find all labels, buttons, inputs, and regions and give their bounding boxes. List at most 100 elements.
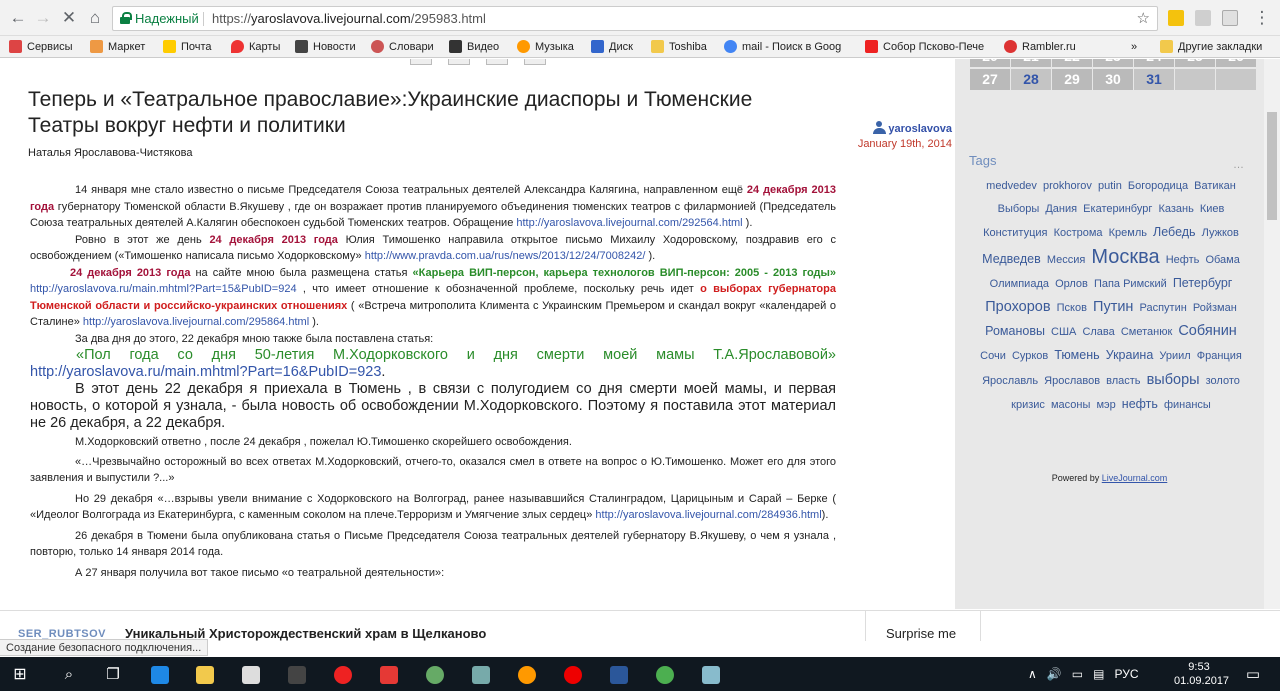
tag-link[interactable]: putin bbox=[1098, 180, 1122, 192]
home-icon[interactable]: ⌂ bbox=[85, 8, 105, 28]
bookmark-item[interactable]: Почта bbox=[163, 36, 212, 58]
tag-link[interactable]: Богородица bbox=[1128, 180, 1188, 192]
tag-link[interactable]: Петербург bbox=[1173, 276, 1233, 290]
tag-link[interactable]: Обама bbox=[1205, 254, 1239, 266]
edge-icon[interactable] bbox=[151, 666, 169, 684]
tag-link[interactable]: Москва bbox=[1091, 246, 1159, 268]
tag-link[interactable]: нефть bbox=[1122, 397, 1158, 411]
bookmark-item[interactable]: mail - Поиск в Goog bbox=[724, 36, 841, 58]
extension-reader-icon[interactable] bbox=[1222, 10, 1238, 26]
tag-link[interactable]: Уриил bbox=[1159, 350, 1190, 362]
media-icon[interactable] bbox=[288, 666, 306, 684]
bookmark-item[interactable]: Toshiba bbox=[651, 36, 707, 58]
bookmark-item[interactable]: Новости bbox=[295, 36, 356, 58]
extension-k-icon[interactable] bbox=[1195, 10, 1211, 26]
tag-link[interactable]: Орлов bbox=[1055, 278, 1088, 290]
bookmarks-more[interactable]: » bbox=[1131, 36, 1137, 58]
livejournal-link[interactable]: LiveJournal.com bbox=[1102, 473, 1168, 483]
tag-link[interactable]: Папа Римский bbox=[1094, 278, 1167, 290]
calendar-day-link[interactable]: 31 bbox=[1134, 69, 1174, 90]
tag-link[interactable]: Нефть bbox=[1166, 254, 1200, 266]
tag-link[interactable]: Конституция bbox=[983, 227, 1047, 239]
tag-link[interactable]: Псков bbox=[1057, 302, 1087, 314]
app-circle-icon[interactable] bbox=[426, 666, 444, 684]
bookmark-item[interactable]: Rambler.ru bbox=[1004, 36, 1076, 58]
tag-link[interactable]: Сметанюк bbox=[1121, 326, 1172, 338]
tag-link[interactable]: финансы bbox=[1164, 399, 1211, 411]
stop-loading-icon[interactable]: ✕ bbox=[59, 8, 79, 28]
forward-arrow-icon[interactable]: → bbox=[33, 8, 53, 28]
tag-link[interactable]: Екатеринбург bbox=[1083, 203, 1152, 215]
share-button[interactable] bbox=[486, 59, 508, 65]
post-link[interactable]: http://yaroslavova.ru/main.mhtml?Part=16… bbox=[30, 364, 381, 380]
task-view-icon[interactable]: ❐ bbox=[104, 666, 122, 684]
explorer-folder-icon[interactable] bbox=[196, 666, 214, 684]
tag-link[interactable]: Кострома bbox=[1054, 227, 1103, 239]
share-button[interactable] bbox=[524, 59, 546, 65]
tag-link[interactable]: Ярославль bbox=[982, 375, 1038, 387]
chrome-icon[interactable] bbox=[656, 666, 674, 684]
language-indicator[interactable]: РУС bbox=[1115, 667, 1139, 681]
tag-link[interactable]: Мессия bbox=[1047, 254, 1086, 266]
surprise-me-button[interactable]: Surprise me bbox=[886, 626, 956, 641]
store-icon[interactable] bbox=[242, 666, 260, 684]
tag-link[interactable]: Распутин bbox=[1140, 302, 1187, 314]
tags-more[interactable]: … bbox=[1233, 159, 1244, 171]
clock[interactable]: 9:53 01.09.2017 bbox=[1174, 660, 1229, 688]
search-icon[interactable]: ⌕ bbox=[60, 666, 78, 684]
share-button[interactable] bbox=[448, 59, 470, 65]
tag-link[interactable]: Кремль bbox=[1109, 227, 1147, 239]
tag-link[interactable]: Слава bbox=[1082, 326, 1114, 338]
bookmark-item[interactable]: Видео bbox=[449, 36, 499, 58]
tag-link[interactable]: Лужков bbox=[1202, 227, 1239, 239]
tag-link[interactable]: Путин bbox=[1093, 299, 1133, 315]
tag-link[interactable]: prokhorov bbox=[1043, 180, 1092, 192]
address-bar[interactable]: Надежный https://yaroslavova.livejournal… bbox=[112, 6, 1158, 31]
url-text[interactable]: https://yaroslavova.livejournal.com/2959… bbox=[212, 7, 486, 30]
tag-link[interactable]: мэр bbox=[1096, 399, 1115, 411]
bookmark-item[interactable]: Собор Псково-Пече bbox=[865, 36, 984, 58]
menu-dots-icon[interactable]: ⋮ bbox=[1252, 8, 1272, 28]
tag-link[interactable]: Казань bbox=[1158, 203, 1193, 215]
bookmark-item[interactable]: Музыка bbox=[517, 36, 574, 58]
yandex-app-icon[interactable] bbox=[380, 666, 398, 684]
volume-icon[interactable]: 🔊 bbox=[1047, 667, 1062, 681]
tag-link[interactable]: масоны bbox=[1051, 399, 1090, 411]
windows-start-icon[interactable]: ⊞ bbox=[11, 666, 29, 684]
share-button[interactable] bbox=[410, 59, 432, 65]
tag-link[interactable]: Собянин bbox=[1178, 323, 1237, 339]
tag-link[interactable]: Ройзман bbox=[1193, 302, 1237, 314]
user-icon[interactable] bbox=[873, 121, 887, 134]
mail-app-icon[interactable] bbox=[472, 666, 490, 684]
tag-link[interactable]: medvedev bbox=[986, 180, 1037, 192]
tag-link[interactable]: Ярославов bbox=[1044, 375, 1100, 387]
app-orange-icon[interactable] bbox=[518, 666, 536, 684]
bookmark-item[interactable]: Карты bbox=[231, 36, 280, 58]
tag-link[interactable]: Романовы bbox=[985, 324, 1045, 338]
username-link[interactable]: yaroslavova bbox=[888, 123, 952, 135]
tag-link[interactable]: кризис bbox=[1011, 399, 1045, 411]
post-link[interactable]: http://yaroslavova.livejournal.com/29256… bbox=[516, 217, 742, 229]
tag-link[interactable]: золото bbox=[1206, 375, 1240, 387]
post-link[interactable]: http://yaroslavova.livejournal.com/29586… bbox=[83, 316, 309, 328]
tag-link[interactable]: Франция bbox=[1197, 350, 1242, 362]
opera-icon[interactable] bbox=[564, 666, 582, 684]
extension-bookmark-icon[interactable] bbox=[1168, 10, 1184, 26]
tag-link[interactable]: Украина bbox=[1106, 348, 1154, 362]
yandex-browser-icon[interactable] bbox=[334, 666, 352, 684]
tag-link[interactable]: Олимпиада bbox=[990, 278, 1049, 290]
tag-link[interactable]: власть bbox=[1106, 375, 1140, 387]
post-link[interactable]: http://yaroslavova.ru/main.mhtml?Part=15… bbox=[30, 283, 297, 295]
vertical-scrollbar[interactable] bbox=[1264, 59, 1280, 609]
bookmark-item[interactable]: Диск bbox=[591, 36, 633, 58]
scrollbar-thumb[interactable] bbox=[1267, 112, 1277, 220]
calendar-day-link[interactable]: 28 bbox=[1011, 69, 1051, 90]
battery-icon[interactable]: ▭ bbox=[1072, 667, 1083, 681]
back-arrow-icon[interactable]: ← bbox=[8, 8, 28, 28]
notifications-icon[interactable]: ▭ bbox=[1244, 666, 1262, 684]
tag-link[interactable]: США bbox=[1051, 326, 1076, 338]
tag-link[interactable]: Выборы bbox=[998, 203, 1040, 215]
tag-link[interactable]: Лебедь bbox=[1153, 225, 1196, 239]
other-bookmarks[interactable]: Другие закладки bbox=[1160, 36, 1262, 58]
word-icon[interactable] bbox=[610, 666, 628, 684]
